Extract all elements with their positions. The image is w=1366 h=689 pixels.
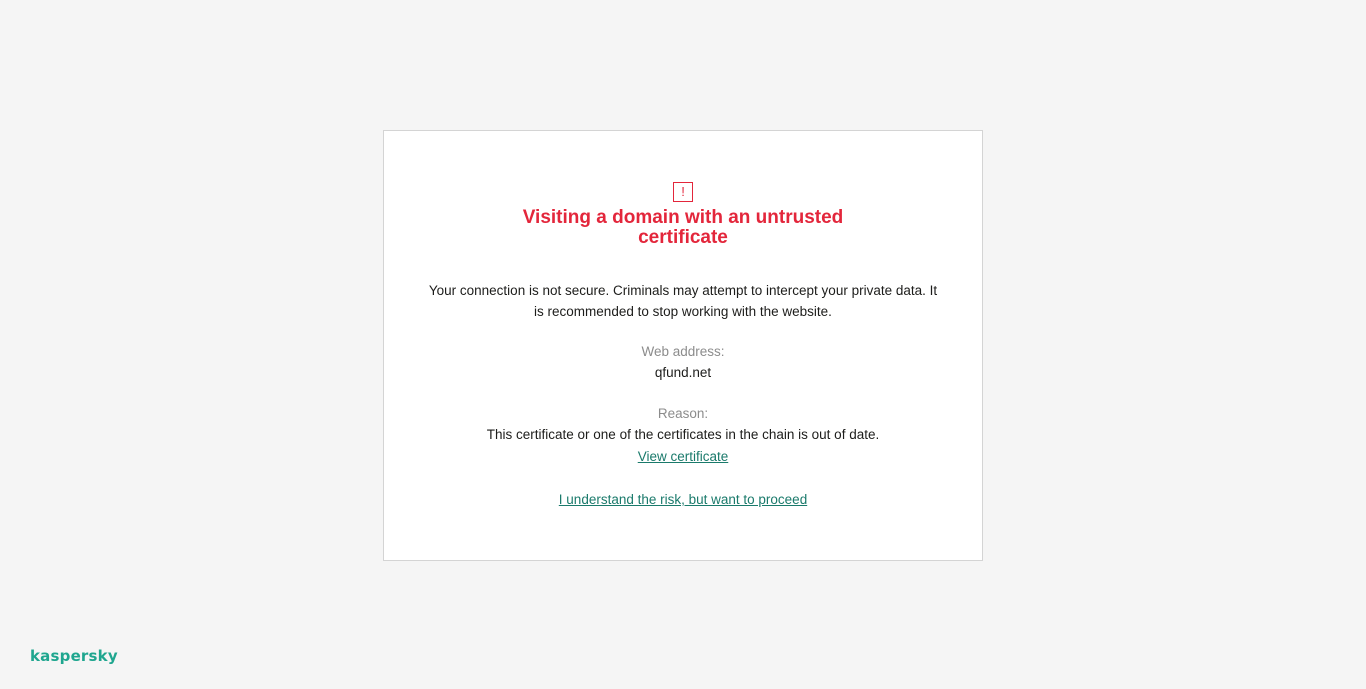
proceed-container: I understand the risk, but want to proce… — [384, 491, 982, 509]
warning-title: Visiting a domain with an untrusted cert… — [522, 207, 844, 248]
proceed-link[interactable]: I understand the risk, but want to proce… — [559, 492, 807, 507]
exclamation-icon: ! — [673, 182, 693, 202]
view-certificate-link[interactable]: View certificate — [638, 449, 729, 464]
reason-value: This certificate or one of the certifica… — [486, 427, 880, 442]
reason-label: Reason: — [657, 406, 709, 421]
web-address-label: Web address: — [641, 344, 725, 359]
warning-card: ! Visiting a domain with an untrusted ce… — [383, 130, 983, 561]
kaspersky-logo: kaspersky — [30, 647, 118, 665]
web-address-value: qfund.net — [654, 365, 712, 380]
warning-description: Your connection is not secure. Criminals… — [428, 283, 938, 319]
view-certificate-container: View certificate — [384, 448, 982, 466]
